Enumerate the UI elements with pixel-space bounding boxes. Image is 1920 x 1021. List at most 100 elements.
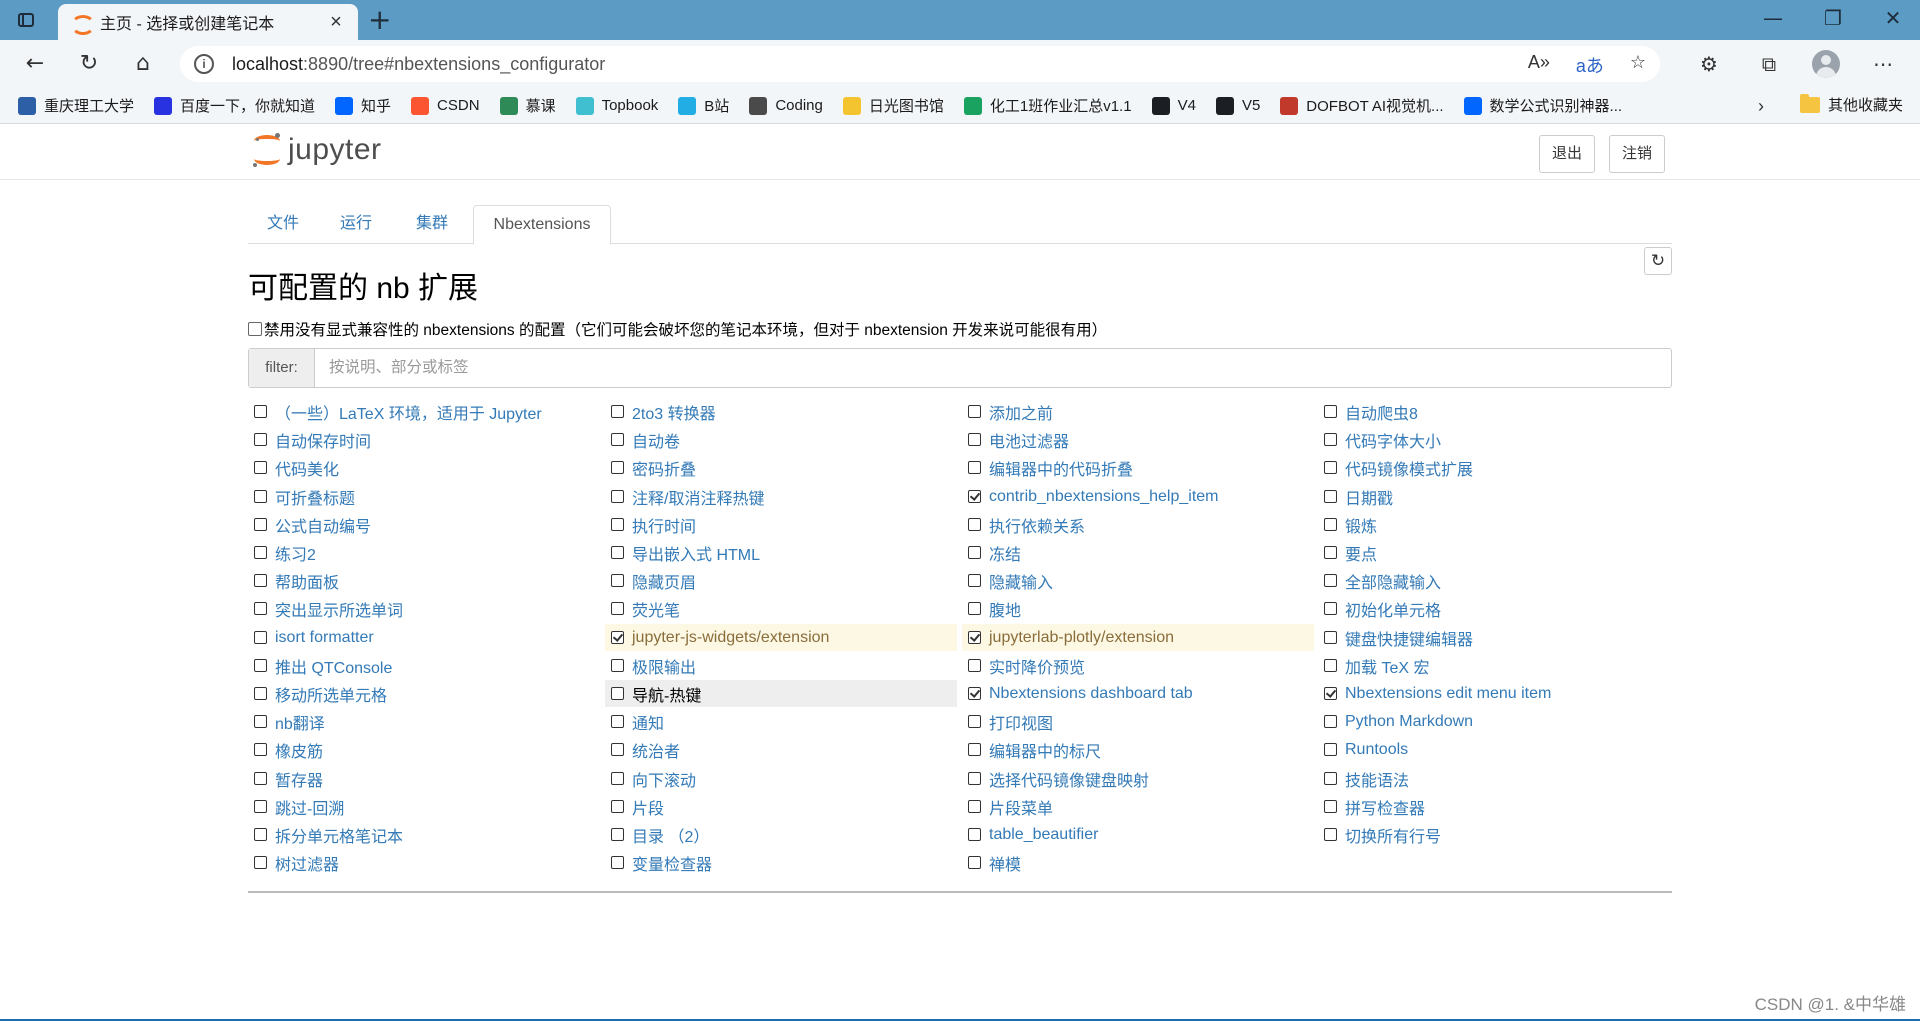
unchecked-checkbox-icon[interactable]	[254, 631, 267, 644]
nbextension-item[interactable]: Runtools	[1318, 736, 1670, 763]
unchecked-checkbox-icon[interactable]	[968, 828, 981, 841]
nbextension-item[interactable]: 目录 （2）	[605, 821, 957, 848]
unchecked-checkbox-icon[interactable]	[1324, 518, 1337, 531]
unchecked-checkbox-icon[interactable]	[611, 856, 624, 869]
nbextension-item[interactable]: 日期戳	[1318, 483, 1670, 510]
unchecked-checkbox-icon[interactable]	[968, 772, 981, 785]
unchecked-checkbox-icon[interactable]	[1324, 461, 1337, 474]
tab-clusters[interactable]: 集群	[394, 205, 470, 245]
nbextension-item[interactable]: 拆分单元格笔记本	[248, 821, 600, 848]
nbextension-item[interactable]: 自动爬虫8	[1318, 398, 1670, 425]
nbextension-item[interactable]: contrib_nbextensions_help_item	[962, 483, 1314, 510]
bookmarks-overflow-chevron-icon[interactable]: ›	[1758, 96, 1764, 117]
checked-checkbox-icon[interactable]	[968, 631, 981, 644]
nbextension-item[interactable]: Nbextensions dashboard tab	[962, 680, 1314, 707]
unchecked-checkbox-icon[interactable]	[611, 518, 624, 531]
nbextension-item[interactable]: 电池过滤器	[962, 426, 1314, 453]
unchecked-checkbox-icon[interactable]	[1324, 574, 1337, 587]
unchecked-checkbox-icon[interactable]	[968, 602, 981, 615]
unchecked-checkbox-icon[interactable]	[611, 490, 624, 503]
nbextension-item[interactable]: 跳过-回溯	[248, 793, 600, 820]
unchecked-checkbox-icon[interactable]	[611, 800, 624, 813]
reload-icon[interactable]: ↻	[72, 48, 106, 80]
nbextension-item[interactable]: 隐藏输入	[962, 567, 1314, 594]
nbextension-item[interactable]: 选择代码镜像键盘映射	[962, 765, 1314, 792]
nbextension-item[interactable]: 橡皮筋	[248, 736, 600, 763]
read-aloud-icon[interactable]: A»	[1528, 52, 1550, 78]
minimize-icon[interactable]: —	[1750, 6, 1796, 34]
nbextension-item[interactable]: 代码字体大小	[1318, 426, 1670, 453]
nbextension-item[interactable]: 拼写检查器	[1318, 793, 1670, 820]
unchecked-checkbox-icon[interactable]	[611, 546, 624, 559]
nbextension-item[interactable]: 树过滤器	[248, 849, 600, 876]
nbextension-item[interactable]: 极限输出	[605, 652, 957, 679]
nbextension-item[interactable]: table_beautifier	[962, 821, 1314, 848]
bookmark-item[interactable]: V5	[1215, 96, 1260, 115]
favorite-add-icon[interactable]: ☆	[1630, 52, 1646, 78]
unchecked-checkbox-icon[interactable]	[1324, 743, 1337, 756]
nbextension-item[interactable]: 练习2	[248, 539, 600, 566]
unchecked-checkbox-icon[interactable]	[611, 433, 624, 446]
unchecked-checkbox-icon[interactable]	[1324, 800, 1337, 813]
nbextension-item[interactable]: 编辑器中的标尺	[962, 736, 1314, 763]
filter-input[interactable]	[315, 349, 1671, 387]
nbextension-item[interactable]: isort formatter	[248, 624, 600, 651]
unchecked-checkbox-icon[interactable]	[968, 856, 981, 869]
unchecked-checkbox-icon[interactable]	[254, 433, 267, 446]
close-window-icon[interactable]: ✕	[1870, 6, 1916, 34]
tab-actions-icon[interactable]	[14, 8, 38, 32]
tab-running[interactable]: 运行	[318, 205, 394, 245]
quit-button[interactable]: 退出	[1539, 135, 1596, 173]
nbextension-item[interactable]: （一些）LaTeX 环境，适用于 Jupyter	[248, 398, 600, 425]
compat-checkbox[interactable]	[248, 322, 262, 336]
nbextension-item[interactable]: 锻炼	[1318, 511, 1670, 538]
nbextension-item[interactable]: 禅模	[962, 849, 1314, 876]
unchecked-checkbox-icon[interactable]	[254, 659, 267, 672]
unchecked-checkbox-icon[interactable]	[968, 800, 981, 813]
unchecked-checkbox-icon[interactable]	[968, 518, 981, 531]
unchecked-checkbox-icon[interactable]	[968, 659, 981, 672]
tab-files[interactable]: 文件	[248, 205, 318, 245]
nbextension-item[interactable]: 要点	[1318, 539, 1670, 566]
unchecked-checkbox-icon[interactable]	[968, 574, 981, 587]
unchecked-checkbox-icon[interactable]	[254, 743, 267, 756]
unchecked-checkbox-icon[interactable]	[254, 856, 267, 869]
unchecked-checkbox-icon[interactable]	[968, 546, 981, 559]
close-tab-icon[interactable]: ×	[326, 11, 346, 34]
nbextension-item[interactable]: 代码美化	[248, 454, 600, 481]
site-info-icon[interactable]: i	[194, 54, 214, 74]
bookmark-item[interactable]: 化工1班作业汇总v1.1	[963, 95, 1132, 116]
nbextension-item[interactable]: 推出 QTConsole	[248, 652, 600, 679]
nbextension-item[interactable]: 键盘快捷键编辑器	[1318, 624, 1670, 651]
translate-icon[interactable]: aあ	[1576, 52, 1604, 78]
bookmark-item[interactable]: V4	[1151, 96, 1196, 115]
nbextension-item[interactable]: 添加之前	[962, 398, 1314, 425]
nbextension-item[interactable]: 密码折叠	[605, 454, 957, 481]
nbextension-item[interactable]: 片段	[605, 793, 957, 820]
refresh-icon[interactable]: ↻	[1644, 247, 1672, 275]
tab-nbextensions[interactable]: Nbextensions	[473, 205, 611, 245]
checked-checkbox-icon[interactable]	[611, 631, 624, 644]
nbextension-item[interactable]: 2to3 转换器	[605, 398, 957, 425]
nbextension-item[interactable]: 变量检查器	[605, 849, 957, 876]
nbextension-item[interactable]: 暂存器	[248, 765, 600, 792]
nbextension-item[interactable]: 编辑器中的代码折叠	[962, 454, 1314, 481]
unchecked-checkbox-icon[interactable]	[611, 405, 624, 418]
collections-icon[interactable]: ⧉	[1752, 48, 1786, 80]
unchecked-checkbox-icon[interactable]	[611, 461, 624, 474]
bookmark-item[interactable]: 日光图书馆	[842, 95, 944, 116]
unchecked-checkbox-icon[interactable]	[254, 687, 267, 700]
jupyter-logo[interactable]: jupyter	[252, 133, 382, 167]
unchecked-checkbox-icon[interactable]	[254, 772, 267, 785]
profile-avatar[interactable]	[1812, 50, 1840, 78]
nbextension-item[interactable]: jupyter-js-widgets/extension	[605, 624, 957, 651]
bookmark-item[interactable]: Topbook	[575, 96, 658, 115]
unchecked-checkbox-icon[interactable]	[611, 659, 624, 672]
nbextension-item[interactable]: 代码镜像模式扩展	[1318, 454, 1670, 481]
nbextension-item[interactable]: 移动所选单元格	[248, 680, 600, 707]
nbextension-item[interactable]: 全部隐藏输入	[1318, 567, 1670, 594]
unchecked-checkbox-icon[interactable]	[611, 743, 624, 756]
checked-checkbox-icon[interactable]	[968, 687, 981, 700]
nbextension-item[interactable]: jupyterlab-plotly/extension	[962, 624, 1314, 651]
logout-button[interactable]: 注销	[1609, 135, 1666, 173]
